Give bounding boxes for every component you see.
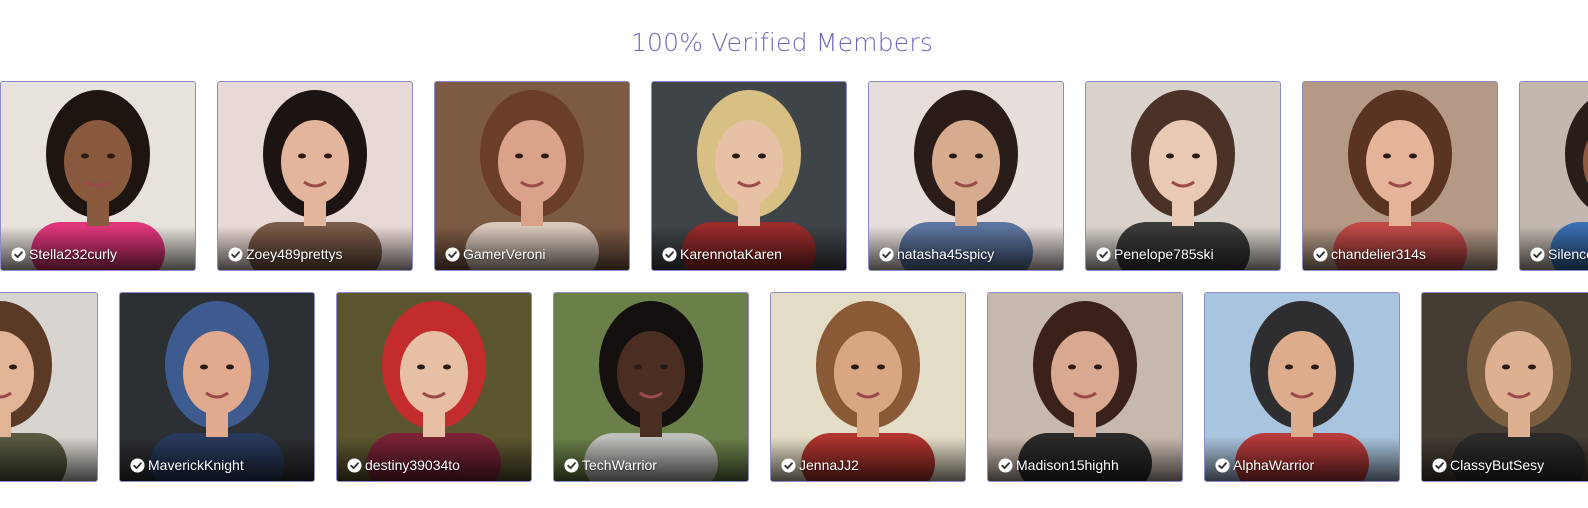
member-username: GamerVeroni xyxy=(463,246,546,262)
caption-shade xyxy=(0,437,97,481)
member-card[interactable]: Stella232curly xyxy=(0,81,196,271)
section-heading: 100% Verified Members xyxy=(630,28,934,57)
verified-check-icon xyxy=(879,247,894,262)
member-username: AlphaWarrior xyxy=(1233,457,1315,473)
member-username: Silence xyxy=(1548,246,1588,262)
member-username: natasha45spicy xyxy=(897,246,995,262)
member-card[interactable]: Soldier xyxy=(0,292,98,482)
member-card[interactable]: ClassyButSesy xyxy=(1421,292,1588,482)
verified-check-icon xyxy=(11,247,26,262)
members-row-2: Soldier MaverickKnight destiny39034to TechW… xyxy=(0,292,1588,482)
member-username: Madison15highh xyxy=(1016,457,1119,473)
verified-check-icon xyxy=(1432,458,1447,473)
member-username: JennaJJ2 xyxy=(799,457,859,473)
member-username: KarennotaKaren xyxy=(680,246,782,262)
member-card[interactable]: MaverickKnight xyxy=(119,292,315,482)
member-card[interactable]: Zoey489prettys xyxy=(217,81,413,271)
verified-check-icon xyxy=(347,458,362,473)
member-username: chandelier314s xyxy=(1331,246,1426,262)
member-username: Stella232curly xyxy=(29,246,117,262)
verified-check-icon xyxy=(130,458,145,473)
verified-check-icon xyxy=(228,247,243,262)
member-card[interactable]: AlphaWarrior xyxy=(1204,292,1400,482)
verified-check-icon xyxy=(1096,247,1111,262)
member-username: Zoey489prettys xyxy=(246,246,343,262)
member-card[interactable]: GamerVeroni xyxy=(434,81,630,271)
verified-check-icon xyxy=(662,247,677,262)
verified-check-icon xyxy=(1530,247,1545,262)
verified-check-icon xyxy=(445,247,460,262)
member-username: MaverickKnight xyxy=(148,457,244,473)
member-card[interactable]: KarennotaKaren xyxy=(651,81,847,271)
member-card[interactable]: destiny39034to xyxy=(336,292,532,482)
verified-check-icon xyxy=(1215,458,1230,473)
verified-check-icon xyxy=(998,458,1013,473)
members-row-1: Stella232curly Zoey489prettys GamerVeroni K… xyxy=(0,81,1588,271)
member-card[interactable]: natasha45spicy xyxy=(868,81,1064,271)
member-card[interactable]: JennaJJ2 xyxy=(770,292,966,482)
member-username: ClassyButSesy xyxy=(1450,457,1545,473)
member-username: destiny39034to xyxy=(365,457,460,473)
member-card[interactable]: chandelier314s xyxy=(1302,81,1498,271)
member-username: TechWarrior xyxy=(582,457,657,473)
member-username: Penelope785ski xyxy=(1114,246,1214,262)
verified-check-icon xyxy=(781,458,796,473)
verified-check-icon xyxy=(1313,247,1328,262)
member-card[interactable]: Madison15highh xyxy=(987,292,1183,482)
member-card[interactable]: Penelope785ski xyxy=(1085,81,1281,271)
verified-check-icon xyxy=(564,458,579,473)
member-card[interactable]: Silence xyxy=(1519,81,1588,271)
member-card[interactable]: TechWarrior xyxy=(553,292,749,482)
